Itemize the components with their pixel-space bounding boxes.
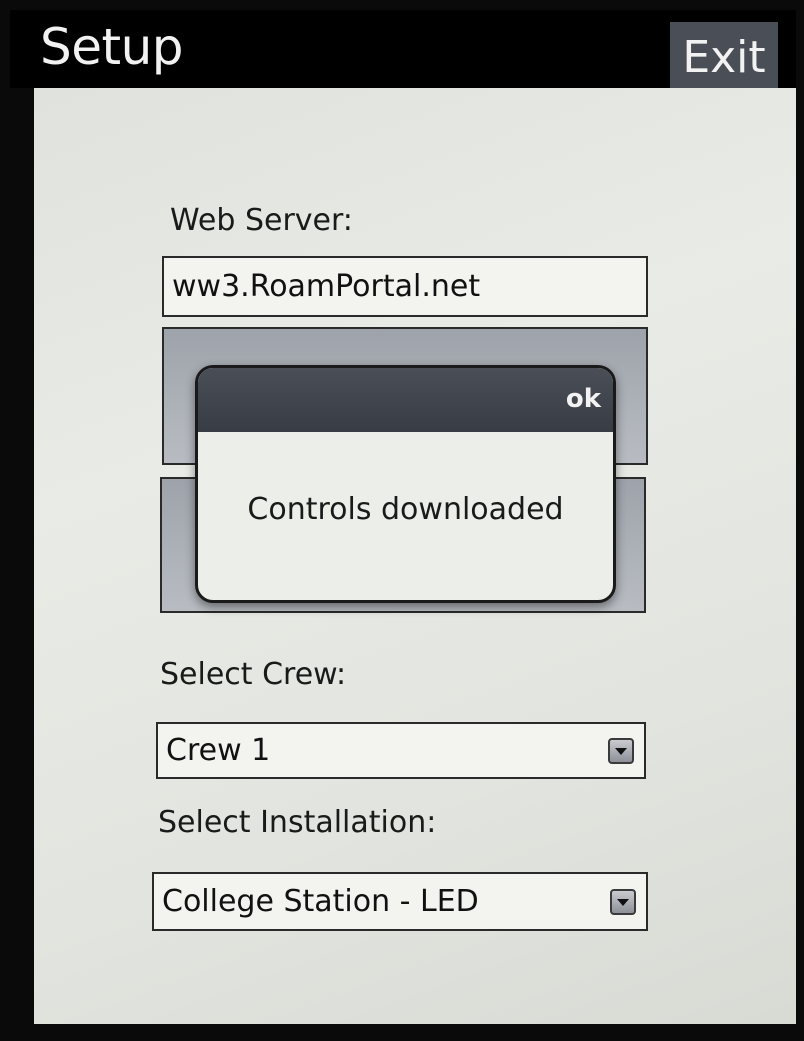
dialog-message: Controls downloaded: [247, 492, 564, 527]
web-server-label: Web Server:: [170, 203, 353, 238]
chevron-down-icon[interactable]: [608, 737, 634, 764]
web-server-input[interactable]: ww3.RoamPortal.net: [162, 256, 648, 317]
title-bar: Setup Exit: [10, 10, 796, 92]
installation-select-value: College Station - LED: [162, 884, 479, 919]
chevron-down-icon[interactable]: [610, 888, 636, 915]
installation-select[interactable]: College Station - LED: [152, 872, 648, 931]
crew-select[interactable]: Crew 1: [156, 722, 646, 779]
select-crew-label: Select Crew:: [160, 657, 347, 692]
select-installation-label: Select Installation:: [158, 805, 437, 840]
crew-select-value: Crew 1: [166, 733, 271, 768]
message-dialog: ok Controls downloaded: [195, 365, 616, 603]
dialog-header: ok: [198, 368, 613, 432]
exit-button[interactable]: Exit: [670, 22, 778, 92]
web-server-value: ww3.RoamPortal.net: [172, 269, 481, 304]
device-screen: Setup Exit Web Server: ww3.RoamPortal.ne…: [0, 0, 804, 1041]
dialog-ok-button[interactable]: ok: [566, 384, 601, 414]
page-title: Setup: [40, 18, 184, 76]
